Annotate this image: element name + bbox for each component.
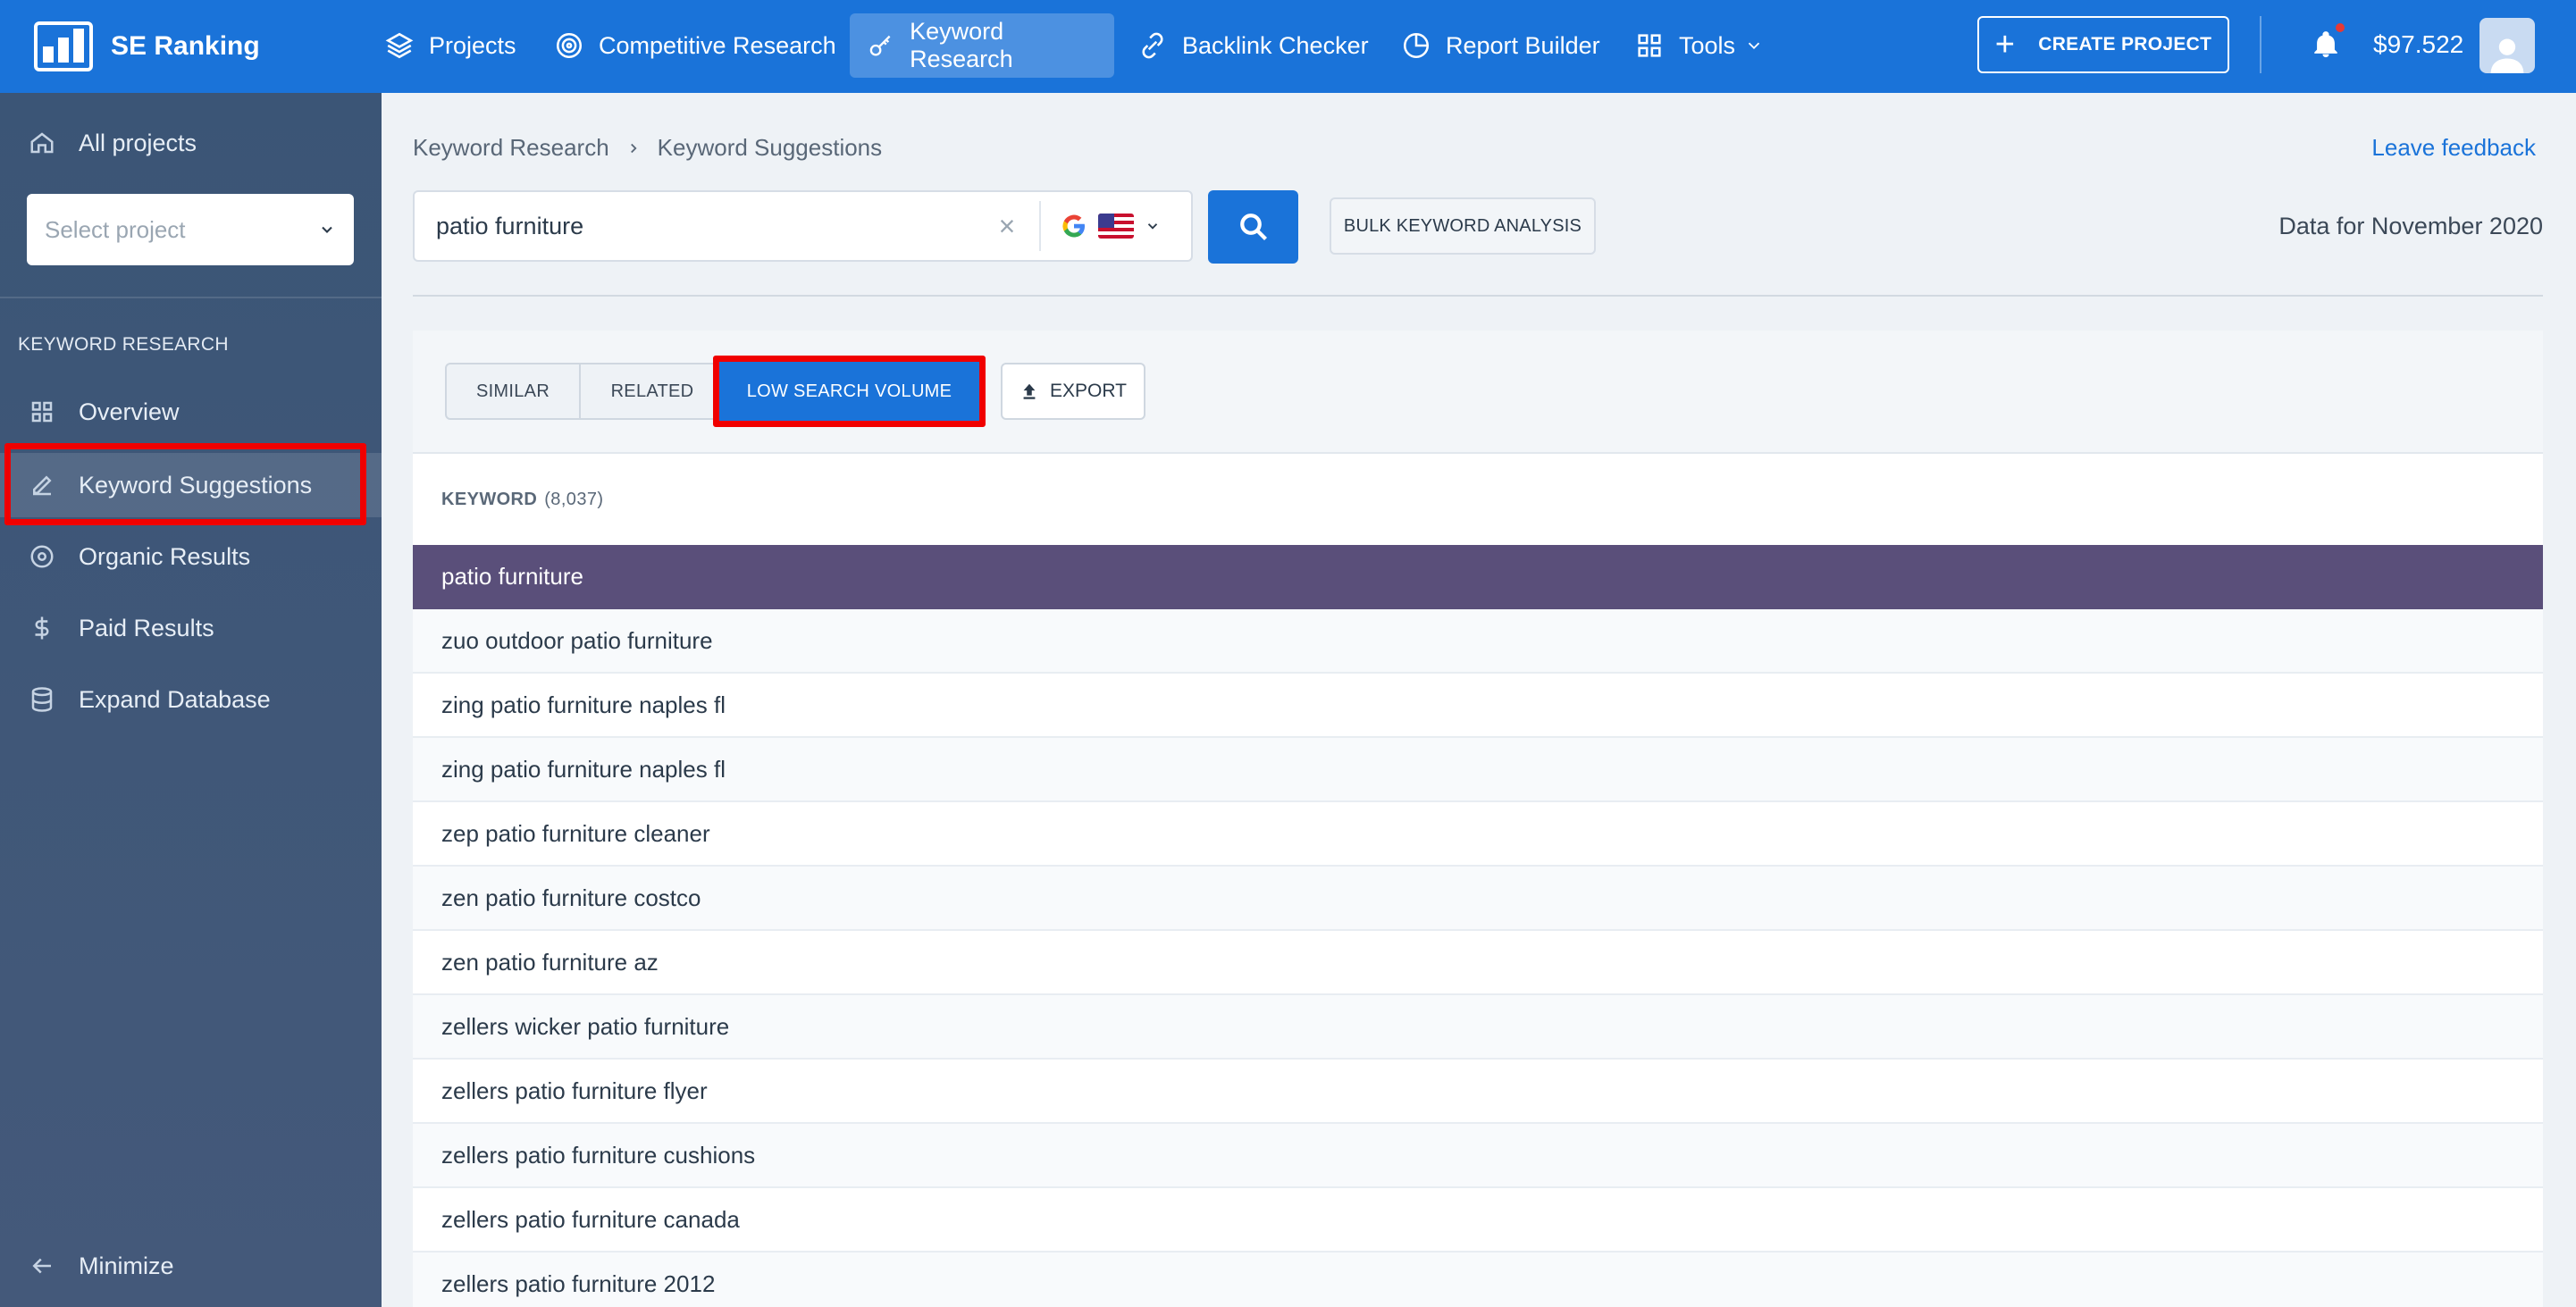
database-icon — [31, 687, 53, 712]
bulk-keyword-analysis-button[interactable]: BULK KEYWORD ANALYSIS — [1330, 197, 1596, 255]
nav-keyword-research[interactable]: Keyword Research — [850, 13, 1114, 78]
tab-similar[interactable]: SIMILAR — [447, 364, 581, 418]
nav-label: Tools — [1679, 31, 1736, 59]
search-engine-selector[interactable] — [1039, 201, 1191, 251]
table-row[interactable]: zellers patio furniture canada — [413, 1188, 2543, 1253]
chevron-down-icon — [1748, 42, 1760, 50]
sidebar-minimize-button[interactable]: Minimize — [0, 1234, 382, 1298]
nav-label: Backlink Checker — [1182, 31, 1369, 59]
keyword-header-label: KEYWORD — [441, 490, 538, 509]
nav-competitive-research[interactable]: Competitive Research — [536, 13, 854, 78]
pie-chart-icon — [1403, 32, 1430, 59]
table-row[interactable]: zing patio furniture naples fl — [413, 674, 2543, 738]
keyword-search-field[interactable]: patio furniture × — [413, 190, 1193, 262]
sidebar-section-title: KEYWORD RESEARCH — [18, 334, 229, 355]
top-navigation-bar: SE Ranking Projects Competitive Research… — [0, 0, 2576, 93]
search-icon — [1239, 214, 1267, 240]
sidebar-item-label: Paid Results — [79, 614, 214, 641]
chevron-down-icon — [322, 226, 332, 233]
table-row[interactable]: zellers patio furniture cushions — [413, 1124, 2543, 1188]
home-icon — [30, 132, 54, 154]
clear-icon[interactable]: × — [989, 210, 1025, 243]
logo-icon — [34, 21, 93, 71]
export-label: EXPORT — [1050, 381, 1127, 401]
table-row[interactable]: patio furniture — [413, 545, 2543, 609]
sidebar-item-expand-database[interactable]: Expand Database — [0, 667, 382, 732]
nav-projects[interactable]: Projects — [366, 13, 534, 78]
chevron-right-icon — [630, 143, 637, 153]
sidebar-item-label: Expand Database — [79, 685, 271, 713]
create-project-label: CREATE PROJECT — [2038, 34, 2212, 54]
tab-related[interactable]: RELATED — [581, 364, 724, 418]
grid-icon — [1638, 34, 1661, 57]
chevron-down-icon — [1147, 223, 1158, 230]
app-logo[interactable]: SE Ranking — [34, 21, 260, 71]
table-row[interactable]: zellers wicker patio furniture — [413, 995, 2543, 1060]
table-row[interactable]: zen patio furniture costco — [413, 867, 2543, 931]
leave-feedback-link[interactable]: Leave feedback — [2371, 134, 2536, 162]
search-input[interactable]: patio furniture — [415, 213, 989, 240]
plus-icon: + — [1994, 26, 2016, 63]
suggestion-type-tabs: SIMILAR RELATED — [445, 363, 726, 420]
link-icon — [1142, 32, 1163, 59]
sidebar-item-label: Overview — [79, 398, 180, 425]
tab-low-search-volume[interactable]: LOW SEARCH VOLUME — [713, 356, 986, 427]
table-row[interactable]: zen patio furniture az — [413, 931, 2543, 995]
divider — [413, 295, 2543, 297]
avatar[interactable] — [2480, 18, 2535, 73]
key-icon — [869, 35, 891, 56]
target-icon — [30, 545, 54, 568]
keyword-column-header[interactable]: KEYWORD (8,037) — [441, 490, 603, 510]
search-button[interactable] — [1208, 190, 1298, 264]
highlight-annotation — [4, 443, 366, 525]
sidebar-divider — [0, 297, 382, 298]
layers-icon — [385, 32, 414, 59]
nav-backlink-checker[interactable]: Backlink Checker — [1120, 13, 1387, 78]
export-button[interactable]: EXPORT — [1001, 363, 1145, 420]
breadcrumb: Keyword Research Keyword Suggestions — [413, 134, 882, 162]
keyword-suggestions-panel: SIMILAR RELATED LOW SEARCH VOLUME EXPORT… — [413, 331, 2543, 1307]
breadcrumb-root[interactable]: Keyword Research — [413, 134, 609, 162]
keyword-count: (8,037) — [544, 490, 604, 509]
sidebar-item-overview[interactable]: Overview — [0, 380, 382, 444]
us-flag-icon — [1098, 214, 1134, 239]
sidebar: All projects Select project KEYWORD RESE… — [0, 93, 382, 1307]
table-row[interactable]: zuo outdoor patio furniture — [413, 609, 2543, 674]
sidebar-item-label: All projects — [79, 129, 197, 156]
sidebar-item-all-projects[interactable]: All projects — [0, 111, 382, 175]
arrow-left-icon — [32, 1258, 51, 1274]
grid-icon — [31, 401, 53, 423]
dollar-icon — [35, 616, 49, 640]
nav-label: Keyword Research — [910, 18, 1013, 72]
nav-label: Report Builder — [1446, 31, 1600, 59]
table-row[interactable]: zing patio furniture naples fl — [413, 738, 2543, 802]
table-row[interactable]: zellers patio furniture flyer — [413, 1060, 2543, 1124]
account-balance[interactable]: $97.522 — [2373, 30, 2463, 59]
sidebar-item-organic-results[interactable]: Organic Results — [0, 524, 382, 589]
notification-badge — [2334, 21, 2346, 34]
target-icon — [556, 32, 583, 59]
sidebar-item-label: Minimize — [79, 1252, 174, 1279]
nav-label: Competitive Research — [599, 31, 836, 59]
table-row[interactable]: zep patio furniture cleaner — [413, 802, 2543, 867]
breadcrumb-current: Keyword Suggestions — [657, 134, 883, 161]
app-name: SE Ranking — [111, 31, 260, 61]
panel-toolbar: SIMILAR RELATED LOW SEARCH VOLUME EXPORT — [413, 331, 2543, 454]
google-icon — [1062, 214, 1085, 238]
nav-tools[interactable]: Tools — [1616, 13, 1782, 78]
sidebar-item-label: Organic Results — [79, 542, 251, 570]
nav-report-builder[interactable]: Report Builder — [1383, 13, 1618, 78]
select-project-dropdown[interactable]: Select project — [27, 194, 354, 265]
sidebar-item-paid-results[interactable]: Paid Results — [0, 596, 382, 660]
table-row[interactable]: zellers patio furniture 2012 — [413, 1253, 2543, 1307]
create-project-button[interactable]: + CREATE PROJECT — [1977, 16, 2229, 73]
upload-icon — [1023, 383, 1036, 399]
nav-label: Projects — [429, 31, 516, 59]
user-icon — [2490, 38, 2524, 73]
data-period-label: Data for November 2020 — [2278, 213, 2543, 239]
divider — [2260, 16, 2261, 73]
select-project-placeholder: Select project — [45, 215, 186, 243]
keyword-list: patio furniture zuo outdoor patio furnit… — [413, 545, 2543, 1307]
